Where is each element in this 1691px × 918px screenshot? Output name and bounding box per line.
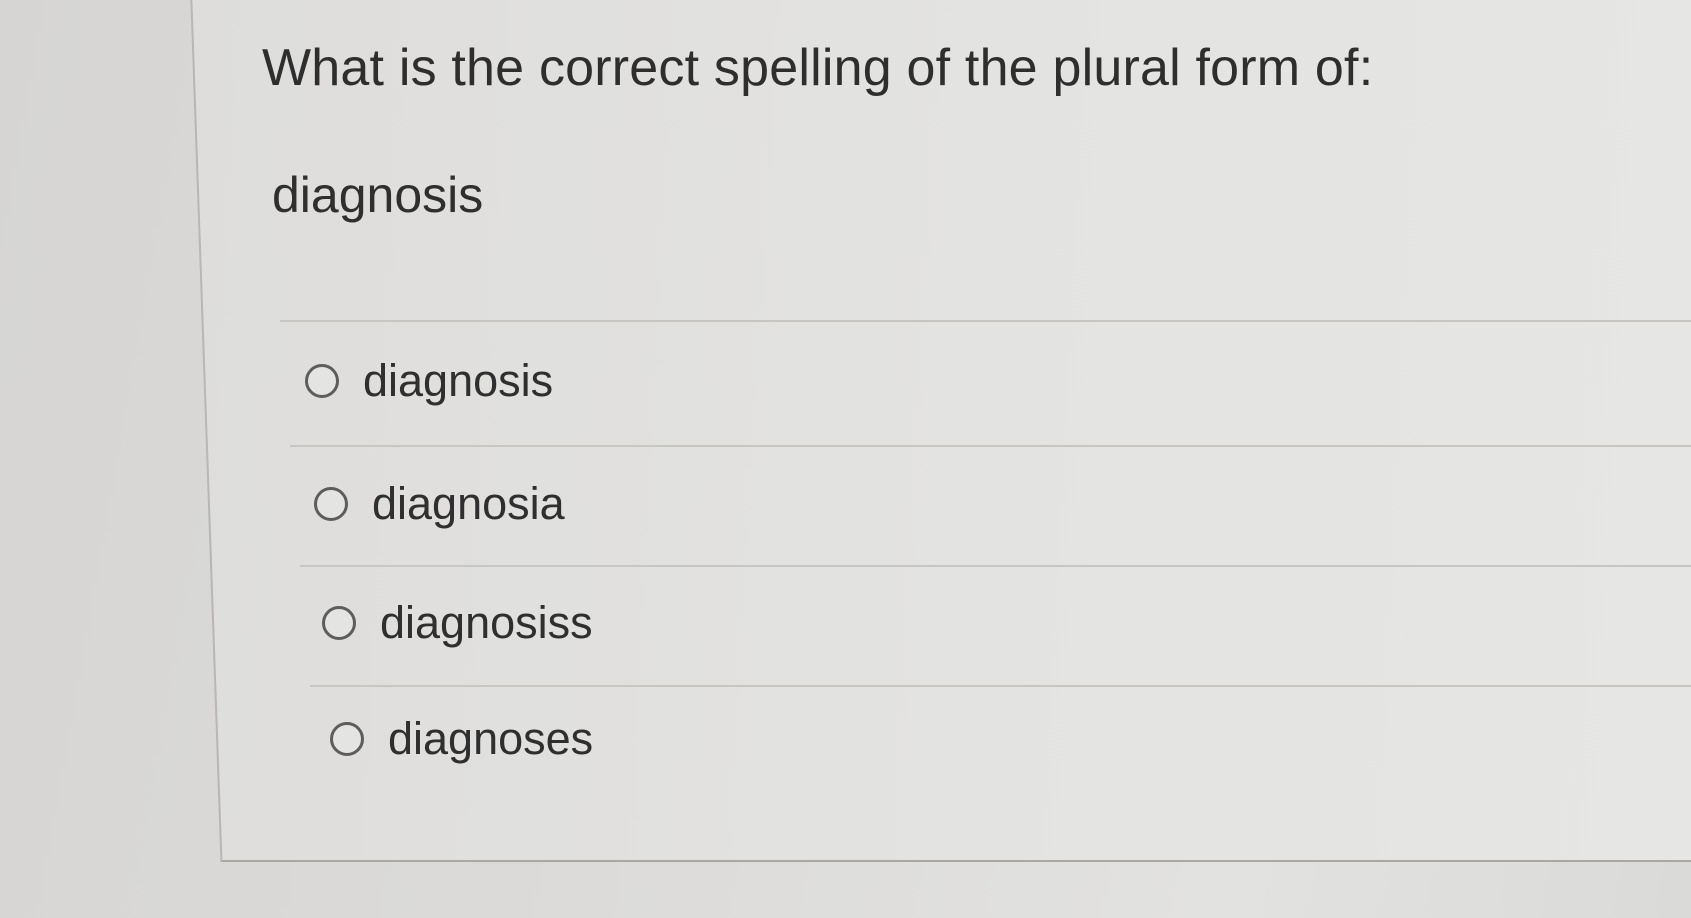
answer-option-label: diagnoses <box>388 713 594 764</box>
divider <box>300 565 1691 567</box>
divider <box>310 685 1691 687</box>
answer-option-1[interactable]: diagnosis <box>305 355 553 407</box>
answer-option-4[interactable]: diagnoses <box>330 713 593 765</box>
answer-option-label: diagnosia <box>372 478 565 529</box>
radio-button-icon[interactable] <box>330 722 364 756</box>
answer-option-2[interactable]: diagnosia <box>314 478 565 530</box>
answer-option-label: diagnosiss <box>380 597 593 648</box>
question-prompt: What is the correct spelling of the plur… <box>262 39 1374 97</box>
answer-option-label: diagnosis <box>363 355 554 406</box>
divider <box>280 320 1691 322</box>
radio-button-icon[interactable] <box>322 606 356 640</box>
answer-option-3[interactable]: diagnosiss <box>322 597 593 649</box>
radio-button-icon[interactable] <box>305 364 339 398</box>
question-term: diagnosis <box>272 167 484 223</box>
radio-button-icon[interactable] <box>314 487 348 521</box>
divider <box>290 445 1691 447</box>
